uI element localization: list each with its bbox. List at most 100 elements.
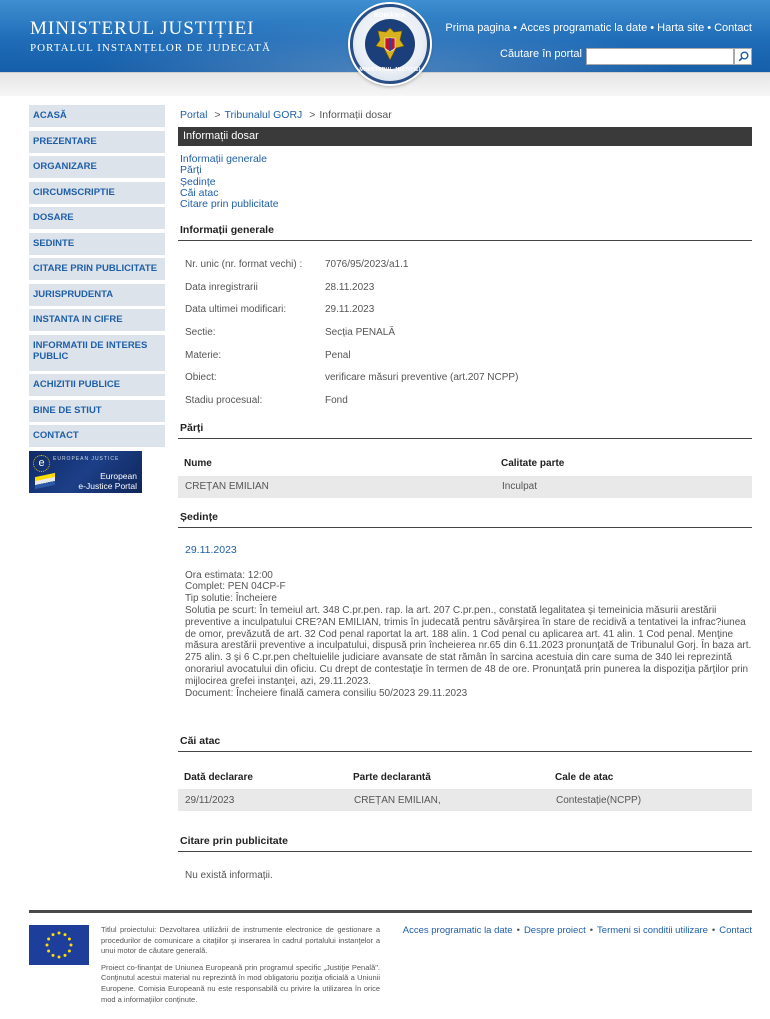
column-header-data: Dată declarare	[184, 771, 253, 783]
general-label: Materie:	[185, 349, 222, 361]
top-nav-api[interactable]: Acces programatic la date	[520, 22, 647, 34]
footer-separator: •	[516, 925, 520, 936]
table-row: 29/11/2023 CREȚAN EMILIAN, Contestație(N…	[178, 789, 752, 812]
search-label: Căutare în portal	[500, 48, 582, 60]
footer-link-termeni[interactable]: Termeni si conditii utilizare	[597, 925, 708, 936]
table-header-row: Nume Calitate parte	[178, 452, 752, 476]
crest-emblem[interactable]: ROMÂNIA MINISTERUL JUSTIȚIEI	[350, 4, 430, 84]
sedinta-ora: Ora estimata: 12:00	[185, 569, 273, 581]
crest-top-text: ROMÂNIA	[373, 13, 407, 19]
ejustice-logo-icon: e	[33, 455, 50, 472]
ejustice-title-line1: European	[100, 471, 137, 481]
coat-of-arms-icon	[375, 27, 405, 61]
sedinta-tip-solutie: Tip solutie: Încheiere	[185, 593, 277, 605]
sedinta-document: Document: Încheiere finală camera consil…	[185, 687, 468, 699]
table-row: CREȚAN EMILIAN Inculpat	[178, 475, 752, 498]
sidebar-item-circumscriptie[interactable]: CIRCUMSCRIPTIE	[29, 181, 165, 204]
sidebar-item-dosare[interactable]: DOSARE	[29, 207, 165, 229]
citare-empty-message: Nu există informații.	[185, 870, 273, 882]
eu-flag-icon	[29, 925, 89, 965]
sidebar-item-sedinte[interactable]: SEDINTE	[29, 232, 165, 255]
sidebar-item-contact[interactable]: CONTACT	[29, 425, 165, 447]
breadcrumb-separator: >	[211, 109, 221, 121]
table-header-row: Dată declarare Parte declarantă Cale de …	[178, 765, 752, 789]
top-nav-sitemap[interactable]: Harta site	[657, 22, 704, 34]
general-section-title: Informații generale	[178, 224, 752, 242]
general-label: Stadiu procesual:	[185, 394, 263, 406]
general-value: Penal	[325, 349, 351, 361]
parti-table: Nume Calitate parte CREȚAN EMILIAN Incul…	[178, 452, 752, 498]
sedinta-entry: 29.11.2023 Ora estimata: 12:00 Complet: …	[178, 544, 752, 700]
cale-parte: CREȚAN EMILIAN,	[347, 789, 549, 812]
nav-separator: •	[707, 22, 712, 34]
sidebar-item-informatii-interes-public[interactable]: INFORMATII DE INTERES PUBLIC	[29, 334, 165, 371]
sidebar-item-prezentare[interactable]: PREZENTARE	[29, 130, 165, 153]
breadcrumb-tribunal[interactable]: Tribunalul GORJ	[225, 109, 303, 121]
parte-nume: CREȚAN EMILIAN	[178, 475, 495, 498]
general-label: Data ultimei modificari:	[185, 304, 287, 316]
footer-disclaimer: Proiect co-finanţat de Uniunea Europeană…	[101, 962, 380, 1004]
column-header-calitate: Calitate parte	[501, 458, 565, 470]
info-bar-title: Informații dosar	[178, 127, 752, 146]
cale-tip: Contestație(NCPP)	[549, 789, 752, 812]
main-content: Portal > Tribunalul GORJ > Informații dosa…	[178, 105, 752, 881]
ejustice-small-label: EUROPEAN JUSTICE	[53, 456, 120, 462]
sedinta-date: 29.11.2023	[185, 543, 237, 556]
sidebar: ACASĂ PREZENTARE ORGANIZARE CIRCUMSCRIPT…	[29, 105, 165, 493]
table-row: Stadiu procesual: Fond	[178, 389, 752, 412]
sidebar-item-citare[interactable]: CITARE PRIN PUBLICITATE	[29, 258, 165, 280]
table-row: Obiect: verificare măsuri preventive (ar…	[178, 366, 752, 389]
top-nav-home[interactable]: Prima pagina	[445, 22, 510, 34]
sidebar-item-achizitii[interactable]: ACHIZITII PUBLICE	[29, 374, 165, 396]
footer-project-text: Titlul proiectului: Dezvoltarea utilizăr…	[101, 925, 380, 1011]
sidebar-item-instanta-in-cifre[interactable]: INSTANTA IN CIFRE	[29, 309, 165, 331]
eu-stars-icon	[45, 931, 73, 959]
general-label: Sectie:	[185, 327, 216, 339]
sidebar-item-acasa[interactable]: ACASĂ	[29, 105, 165, 127]
search-button[interactable]	[734, 48, 752, 65]
breadcrumb: Portal > Tribunalul GORJ > Informații dosa…	[178, 105, 752, 127]
general-label: Nr. unic (nr. format vechi) :	[185, 259, 303, 271]
footer-link-contact[interactable]: Contact	[719, 925, 752, 936]
column-header-nume: Nume	[184, 458, 212, 470]
column-header-parte: Parte declarantă	[353, 771, 431, 783]
general-value: 28.11.2023	[325, 281, 375, 293]
ejustice-title-line2: e-Justice Portal	[78, 481, 137, 491]
table-row: Sectie: Secția PENALĂ	[178, 321, 752, 344]
footer-link-api[interactable]: Acces programatic la date	[403, 925, 513, 936]
general-value: 7076/95/2023/a1.1	[325, 259, 409, 271]
anchor-citare[interactable]: Citare prin publicitate	[180, 198, 752, 210]
anchor-sedinte[interactable]: Ședințe	[180, 176, 752, 188]
footer-link-despre[interactable]: Despre proiect	[524, 925, 586, 936]
parte-calitate: Inculpat	[495, 475, 752, 498]
section-anchor-links: Informații generale Părți Ședințe Căi at…	[178, 153, 752, 210]
footer-project-title: Titlul proiectului: Dezvoltarea utilizăr…	[101, 925, 380, 956]
footer-separator: •	[589, 925, 594, 936]
sedinta-solutie: Solutia pe scurt: În temeiul art. 348 C.…	[185, 605, 752, 687]
sidebar-item-bine-de-stiut[interactable]: BINE DE STIUT	[29, 399, 165, 422]
general-value: Secția PENALĂ	[325, 327, 396, 339]
footer-links: Acces programatic la date • Despre proiect…	[403, 925, 752, 936]
breadcrumb-portal[interactable]: Portal	[180, 109, 207, 121]
cale-data: 29/11/2023	[178, 789, 347, 812]
general-label: Data inregistrarii	[185, 281, 258, 293]
sidebar-item-jurisprudenta[interactable]: JURISPRUDENTA	[29, 283, 165, 306]
ejustice-flag-icon	[35, 472, 55, 490]
crest-bottom-text: MINISTERUL JUSTIȚIEI	[359, 67, 421, 73]
ejustice-portal-banner[interactable]: e EUROPEAN JUSTICE European e-Justice Po…	[29, 451, 142, 493]
site-title[interactable]: MINISTERUL JUSTIȚIEI	[30, 18, 255, 40]
general-value: Fond	[325, 394, 348, 406]
anchor-informatii-generale[interactable]: Informații generale	[180, 153, 752, 165]
sidebar-item-organizare[interactable]: ORGANIZARE	[29, 156, 165, 178]
nav-separator: •	[513, 22, 518, 34]
footer-separator: •	[711, 925, 716, 936]
cai-atac-table: Dată declarare Parte declarantă Cale de …	[178, 765, 752, 812]
sedinte-section-title: Ședințe	[178, 511, 752, 528]
top-nav-contact[interactable]: Contact	[714, 22, 752, 34]
search-input[interactable]	[586, 48, 734, 65]
general-value: verificare măsuri preventive (art.207 NC…	[325, 372, 519, 384]
breadcrumb-current: Informații dosar	[319, 109, 392, 121]
anchor-parti[interactable]: Părți	[180, 164, 752, 176]
general-info-table: Nr. unic (nr. format vechi) : 7076/95/20…	[178, 253, 752, 411]
general-value: 29.11.2023	[325, 304, 375, 316]
